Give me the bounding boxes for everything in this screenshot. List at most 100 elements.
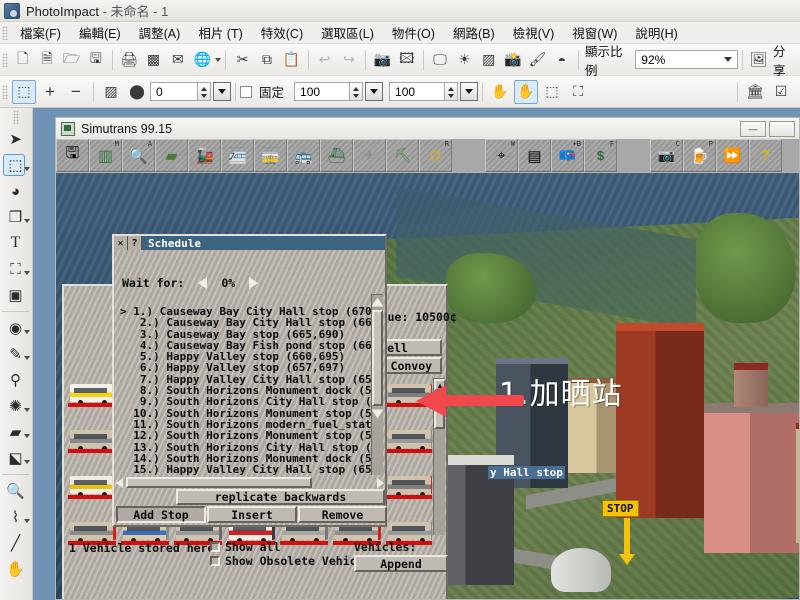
simutrans-game-view[interactable]: y Hall stop STOP 1.加晒站 le Value: 10500¢ …	[55, 172, 800, 600]
monorail-icon[interactable]: 🚈	[221, 139, 254, 172]
touchup-icon[interactable]: 🖌	[526, 48, 548, 72]
save-icon[interactable]: 🖫	[85, 48, 107, 72]
selection-tool-icon[interactable]: ⬚	[0, 152, 31, 178]
chevron-down-icon[interactable]	[24, 330, 30, 334]
schedule-entry-list[interactable]: > 1.) Causeway Bay City Hall stop (670,6…	[117, 306, 374, 475]
brightness-icon[interactable]: ☀	[453, 48, 475, 72]
screen-capture-icon[interactable]: 🖾	[396, 48, 418, 72]
hscrollbar-thumb[interactable]	[126, 477, 312, 488]
crop-icon[interactable]: ⛶	[566, 80, 590, 104]
schedule-entry[interactable]: > 1.) Causeway Bay City Hall stop (670,6…	[120, 306, 374, 317]
transparency-icon[interactable]: ▨	[99, 80, 123, 104]
retouch-eye-tool-icon[interactable]: ◉	[0, 315, 31, 341]
chevron-down-icon[interactable]	[24, 460, 30, 464]
schedule-entry[interactable]: 4.) Causeway Bay Fish pond stop (666,6	[120, 340, 374, 351]
paste-icon[interactable]: 📋	[280, 48, 302, 72]
schedule-entry[interactable]: 12.) South Horizons Monument stop (574,	[120, 430, 374, 441]
soft-edge-icon[interactable]: ⬤	[125, 80, 149, 104]
chevron-down-icon[interactable]	[24, 408, 30, 412]
schedule-entry[interactable]: 14.) South Horizons Monument dock (584	[120, 453, 374, 464]
schedule-entry[interactable]: 8.) South Horizons Monument dock (584,7	[120, 385, 374, 396]
chevron-down-icon[interactable]	[24, 356, 30, 360]
menu-edit[interactable]: 編輯(E)	[70, 20, 130, 45]
insert-button[interactable]: Insert	[207, 506, 297, 523]
web-dropdown-icon[interactable]	[215, 57, 222, 62]
copy-icon[interactable]: ⧉	[256, 48, 278, 72]
subtract-selection-icon[interactable]: −	[64, 80, 88, 104]
fixed-size-checkbox[interactable]	[240, 85, 252, 98]
schedule-dialog[interactable]: ✕ ? Schedule Wait for: 0% > 1.) Causeway…	[112, 234, 387, 527]
toolbar-drag-grip[interactable]	[2, 52, 8, 67]
ship-icon[interactable]: ⛴	[320, 139, 353, 172]
remove-button[interactable]: Remove	[298, 506, 387, 523]
vehicle-tile[interactable]	[384, 428, 432, 456]
tram-icon[interactable]: 🚋	[254, 139, 287, 172]
web-icon[interactable]: 🌐	[191, 48, 213, 72]
pan-hand-icon[interactable]: ✋	[514, 79, 539, 104]
add-selection-icon[interactable]: +	[38, 80, 62, 104]
clone-tool-icon[interactable]: ⚲	[0, 367, 31, 393]
width-stepper[interactable]	[350, 82, 364, 101]
path-tool-icon[interactable]: ◕	[0, 178, 31, 204]
schedule-entry[interactable]: 2.) Causeway Bay City Hall stop (668,68	[120, 317, 374, 328]
print-icon[interactable]: 🖨	[118, 48, 140, 72]
line-tool-icon[interactable]: ╱	[0, 530, 31, 556]
show-all-row[interactable]: Show all	[210, 540, 280, 554]
schedule-entry[interactable]: 15.) Happy Valley City Hall stop (656,69…	[120, 464, 374, 475]
pan-tool-icon[interactable]: ✋	[0, 556, 31, 582]
image-canvas[interactable]: Simutrans 99.15 — 🖫 ▥ M 🔍 A ▰ 🚂 🚈 🚋 🚌 ⛴ ✈ …	[33, 108, 800, 600]
transform-tool-icon[interactable]: ⛶	[0, 256, 31, 282]
height-input[interactable]: 100	[389, 82, 446, 101]
height-stepper[interactable]	[445, 82, 459, 101]
air-icon[interactable]: ✈	[353, 139, 386, 172]
chevron-down-icon[interactable]	[24, 519, 30, 523]
zoom-combo[interactable]: 92%	[635, 50, 738, 69]
messages-icon[interactable]: ▤	[518, 139, 551, 172]
append-button[interactable]: Append	[354, 555, 448, 572]
eraser-tool-icon[interactable]: ▰	[0, 419, 31, 445]
width-dropdown[interactable]	[365, 82, 384, 101]
schedule-vertical-scrollbar[interactable]	[371, 294, 384, 475]
schedule-entry[interactable]: 5.) Happy Valley stop (660,695)	[120, 351, 374, 362]
screenshot-icon[interactable]: 📷 C	[650, 139, 683, 172]
paint-bucket-tool-icon[interactable]: ⬕	[0, 445, 31, 471]
easy-palette-icon[interactable]: 🏛	[743, 80, 767, 104]
mailbox-icon[interactable]: 📪 +B	[551, 139, 584, 172]
train-icon[interactable]: 🚂	[188, 139, 221, 172]
softness-stepper[interactable]	[198, 82, 211, 101]
redo-icon[interactable]: ↪	[338, 48, 360, 72]
frame-tool-icon[interactable]: ▣	[0, 282, 31, 308]
menu-selection[interactable]: 選取區(L)	[312, 20, 383, 45]
paintbrush-tool-icon[interactable]: ✎	[0, 341, 31, 367]
wait-increase-icon[interactable]	[249, 277, 259, 289]
menu-file[interactable]: 檔案(F)	[11, 20, 70, 45]
minimize-button[interactable]: —	[740, 121, 766, 137]
add-stop-button[interactable]: Add Stop	[116, 506, 206, 523]
chevron-down-icon[interactable]	[24, 271, 30, 275]
show-obsolete-row[interactable]: Show Obsolete Vehicle	[210, 554, 370, 568]
vehicle-tile[interactable]	[384, 474, 432, 502]
chevron-down-icon[interactable]	[24, 219, 30, 223]
schedule-scrollbar-thumb[interactable]	[372, 310, 383, 406]
schedule-entry[interactable]: 7.) Happy Valley City Hall stop (656,695…	[120, 374, 374, 385]
zoom-tool-icon[interactable]: 🔍	[0, 478, 31, 504]
fast-forward-icon[interactable]: ⏩	[716, 139, 749, 172]
menu-drag-grip[interactable]	[2, 25, 8, 40]
softness-dropdown[interactable]	[213, 82, 231, 101]
road-icon[interactable]: 🚌	[287, 139, 320, 172]
schedule-entry[interactable]: 3.) Causeway Bay stop (665,690)	[120, 329, 374, 340]
menu-web[interactable]: 網路(B)	[444, 20, 504, 45]
eyedropper-tool-icon[interactable]: ⌇	[0, 504, 31, 530]
email-icon[interactable]: ✉	[167, 48, 189, 72]
wait-decrease-icon[interactable]	[198, 277, 208, 289]
close-icon[interactable]: ✕	[114, 236, 128, 250]
help-icon[interactable]: ?	[128, 236, 142, 250]
text-tool-icon[interactable]: T	[0, 230, 31, 256]
minimap-icon[interactable]: ▥ M	[89, 139, 122, 172]
menu-adjust[interactable]: 調整(A)	[130, 20, 190, 45]
landscape-icon[interactable]: ▰	[155, 139, 188, 172]
pan-icon[interactable]: ✋	[488, 80, 512, 104]
undo-icon[interactable]: ↩	[313, 48, 335, 72]
replicate-backwards-button[interactable]: replicate backwards	[176, 489, 385, 505]
menu-effect[interactable]: 特效(C)	[252, 20, 312, 45]
